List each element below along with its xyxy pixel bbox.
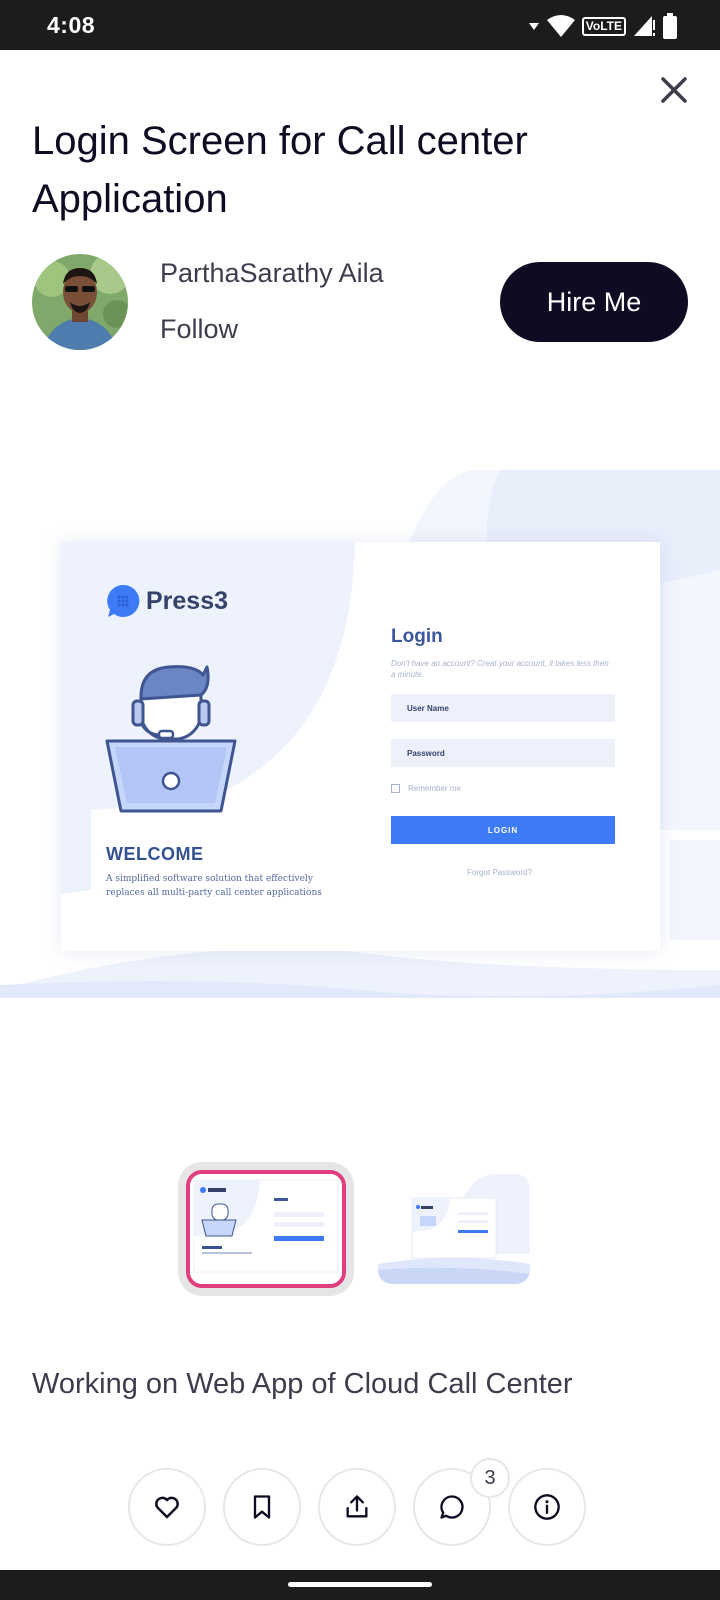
status-bar: 4:08 VoLTE — [0, 0, 720, 50]
signal-icon — [632, 14, 656, 38]
thumbnail-2[interactable] — [378, 1174, 530, 1284]
shot-description: Working on Web App of Cloud Call Center — [32, 1368, 573, 1400]
share-icon — [346, 1495, 368, 1518]
comment-count-badge: 3 — [470, 1458, 510, 1498]
mockup-password-field: Password — [391, 739, 615, 767]
mockup-welcome-title: WELCOME — [106, 844, 204, 864]
mockup-welcome-desc: A simplified software solution that effe… — [106, 874, 322, 898]
designer-name[interactable]: ParthaSarathy Aila — [160, 258, 384, 289]
designer-avatar[interactable] — [32, 254, 128, 350]
info-icon — [534, 1494, 560, 1520]
shot-image: Press3 WELCOME A simplified software sol… — [0, 470, 720, 1020]
battery-icon — [662, 13, 678, 39]
agent-illustration — [105, 665, 237, 813]
mockup-brand: Press3 — [106, 584, 228, 618]
thumbnail-1-frame — [186, 1170, 346, 1288]
heart-icon — [155, 1496, 179, 1519]
volte-label: VoLTE — [581, 16, 626, 36]
mockup-remember-label: Remember me — [408, 784, 461, 793]
mockup-forgot-link: Forgot Password? — [467, 868, 532, 877]
mockup-card: Press3 WELCOME A simplified software sol… — [61, 542, 660, 951]
mockup-username-field: User Name — [391, 694, 615, 722]
status-time: 4:08 — [47, 12, 96, 38]
share-button[interactable] — [318, 1468, 396, 1546]
hire-me-button[interactable]: Hire Me — [500, 262, 688, 342]
like-button[interactable] — [128, 1468, 206, 1546]
close-button[interactable] — [656, 72, 692, 108]
bookmark-icon — [253, 1495, 271, 1519]
download-arrow-icon — [528, 20, 540, 32]
mockup-login-button: LOGIN — [391, 816, 615, 844]
mockup-remember: Remember me — [391, 784, 461, 793]
comment-icon — [440, 1495, 464, 1519]
home-indicator[interactable] — [288, 1582, 432, 1587]
mockup-checkbox — [391, 784, 400, 793]
mockup-brand-text: Press3 — [146, 586, 229, 615]
save-button[interactable] — [223, 1468, 301, 1546]
close-icon — [661, 77, 687, 103]
thumbnail-1-selected[interactable] — [178, 1162, 354, 1296]
info-button[interactable] — [508, 1468, 586, 1546]
system-nav-bar — [0, 1570, 720, 1600]
thumbnail-1-image — [190, 1174, 342, 1284]
mockup-login-subtitle: Don't have an account? Creat your accoun… — [391, 659, 609, 679]
mockup-login-title: Login — [391, 626, 443, 647]
chat-bubble-logo-icon — [107, 584, 140, 617]
follow-button[interactable]: Follow — [160, 314, 238, 345]
status-icons: VoLTE — [528, 12, 678, 40]
thumbnail-2-image — [378, 1174, 530, 1284]
shot-title: Login Screen for Call center Application — [32, 119, 528, 221]
wifi-icon — [546, 14, 576, 38]
